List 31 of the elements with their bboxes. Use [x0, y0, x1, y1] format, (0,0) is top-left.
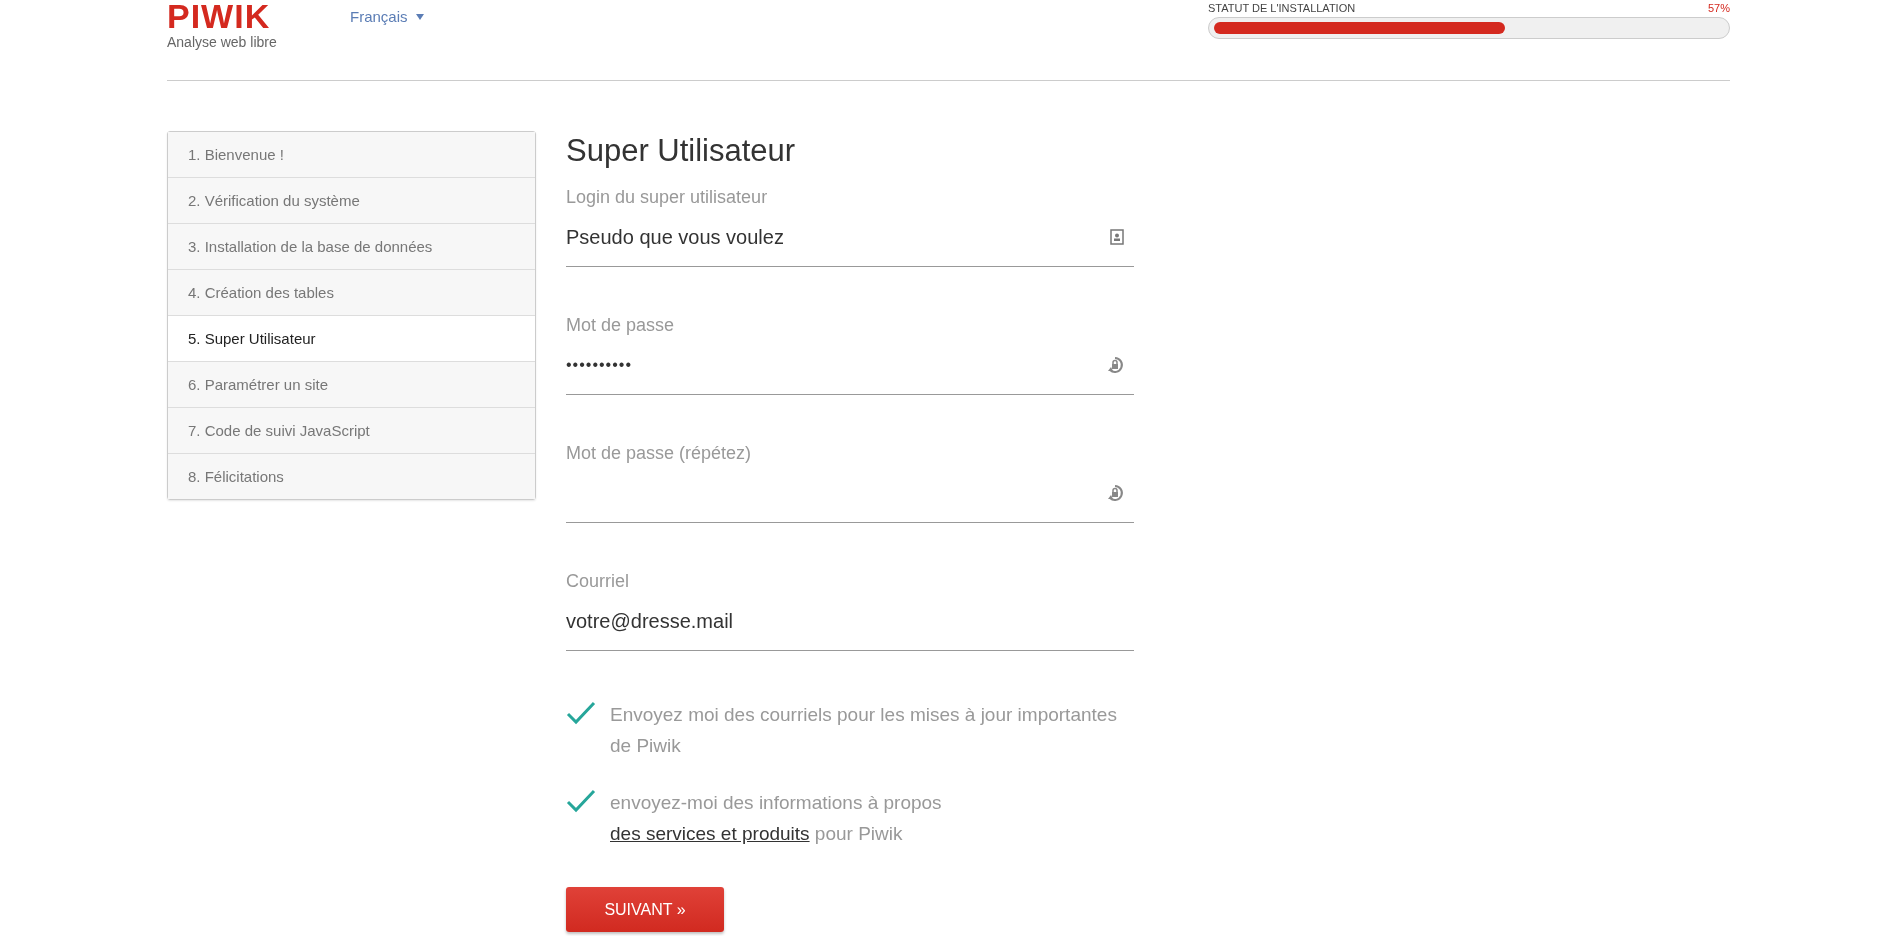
contact-card-icon — [1110, 229, 1124, 245]
lock-refresh-icon — [1106, 484, 1124, 502]
caret-icon — [415, 13, 424, 20]
step-item: 2. Vérification du système — [168, 177, 535, 223]
language-selector[interactable]: Français — [350, 8, 424, 25]
checkbox-label: envoyez-moi des informations à propos des services et produits pour Piwik — [610, 791, 943, 846]
logo: PIWIK — [167, 0, 272, 32]
field-label: Mot de passe (répétez) — [566, 443, 753, 464]
services-link[interactable]: des services et produits — [610, 823, 810, 844]
next-button[interactable]: SUIVANT » — [566, 887, 724, 932]
checkbox[interactable] — [566, 789, 596, 813]
status-percent: 57% — [1707, 2, 1730, 14]
form-title: Super Utilisateur — [566, 133, 797, 169]
step-item: 8. Félicitations — [168, 453, 535, 499]
step-item: 6. Paramétrer un site — [168, 361, 535, 407]
field-label: Login du super utilisateur — [566, 187, 769, 208]
password-field[interactable]: •••••••••• — [566, 336, 1134, 395]
step-item: 3. Installation de la base de données — [168, 223, 535, 269]
status-label: STATUT DE L'INSTALLATION — [1208, 2, 1356, 14]
step-item: 7. Code de suivi JavaScript — [168, 407, 535, 453]
lock-refresh-icon — [1106, 356, 1124, 374]
checkbox[interactable] — [566, 701, 596, 725]
login-field[interactable]: Pseudo que vous voulez — [566, 208, 1134, 267]
field-label: Courriel — [566, 571, 631, 592]
checkbox-label: Envoyez moi des courriels pour les mises à jour importantes de Piwik — [610, 703, 1118, 758]
email-field[interactable]: votre@dresse.mail — [566, 592, 1134, 651]
step-item: 1. Bienvenue ! — [168, 132, 535, 177]
tagline: Analyse web libre — [167, 34, 278, 50]
step-item: 5. Super Utilisateur — [168, 315, 535, 361]
field-label: Mot de passe — [566, 315, 676, 336]
step-item: 4. Création des tables — [168, 269, 535, 315]
